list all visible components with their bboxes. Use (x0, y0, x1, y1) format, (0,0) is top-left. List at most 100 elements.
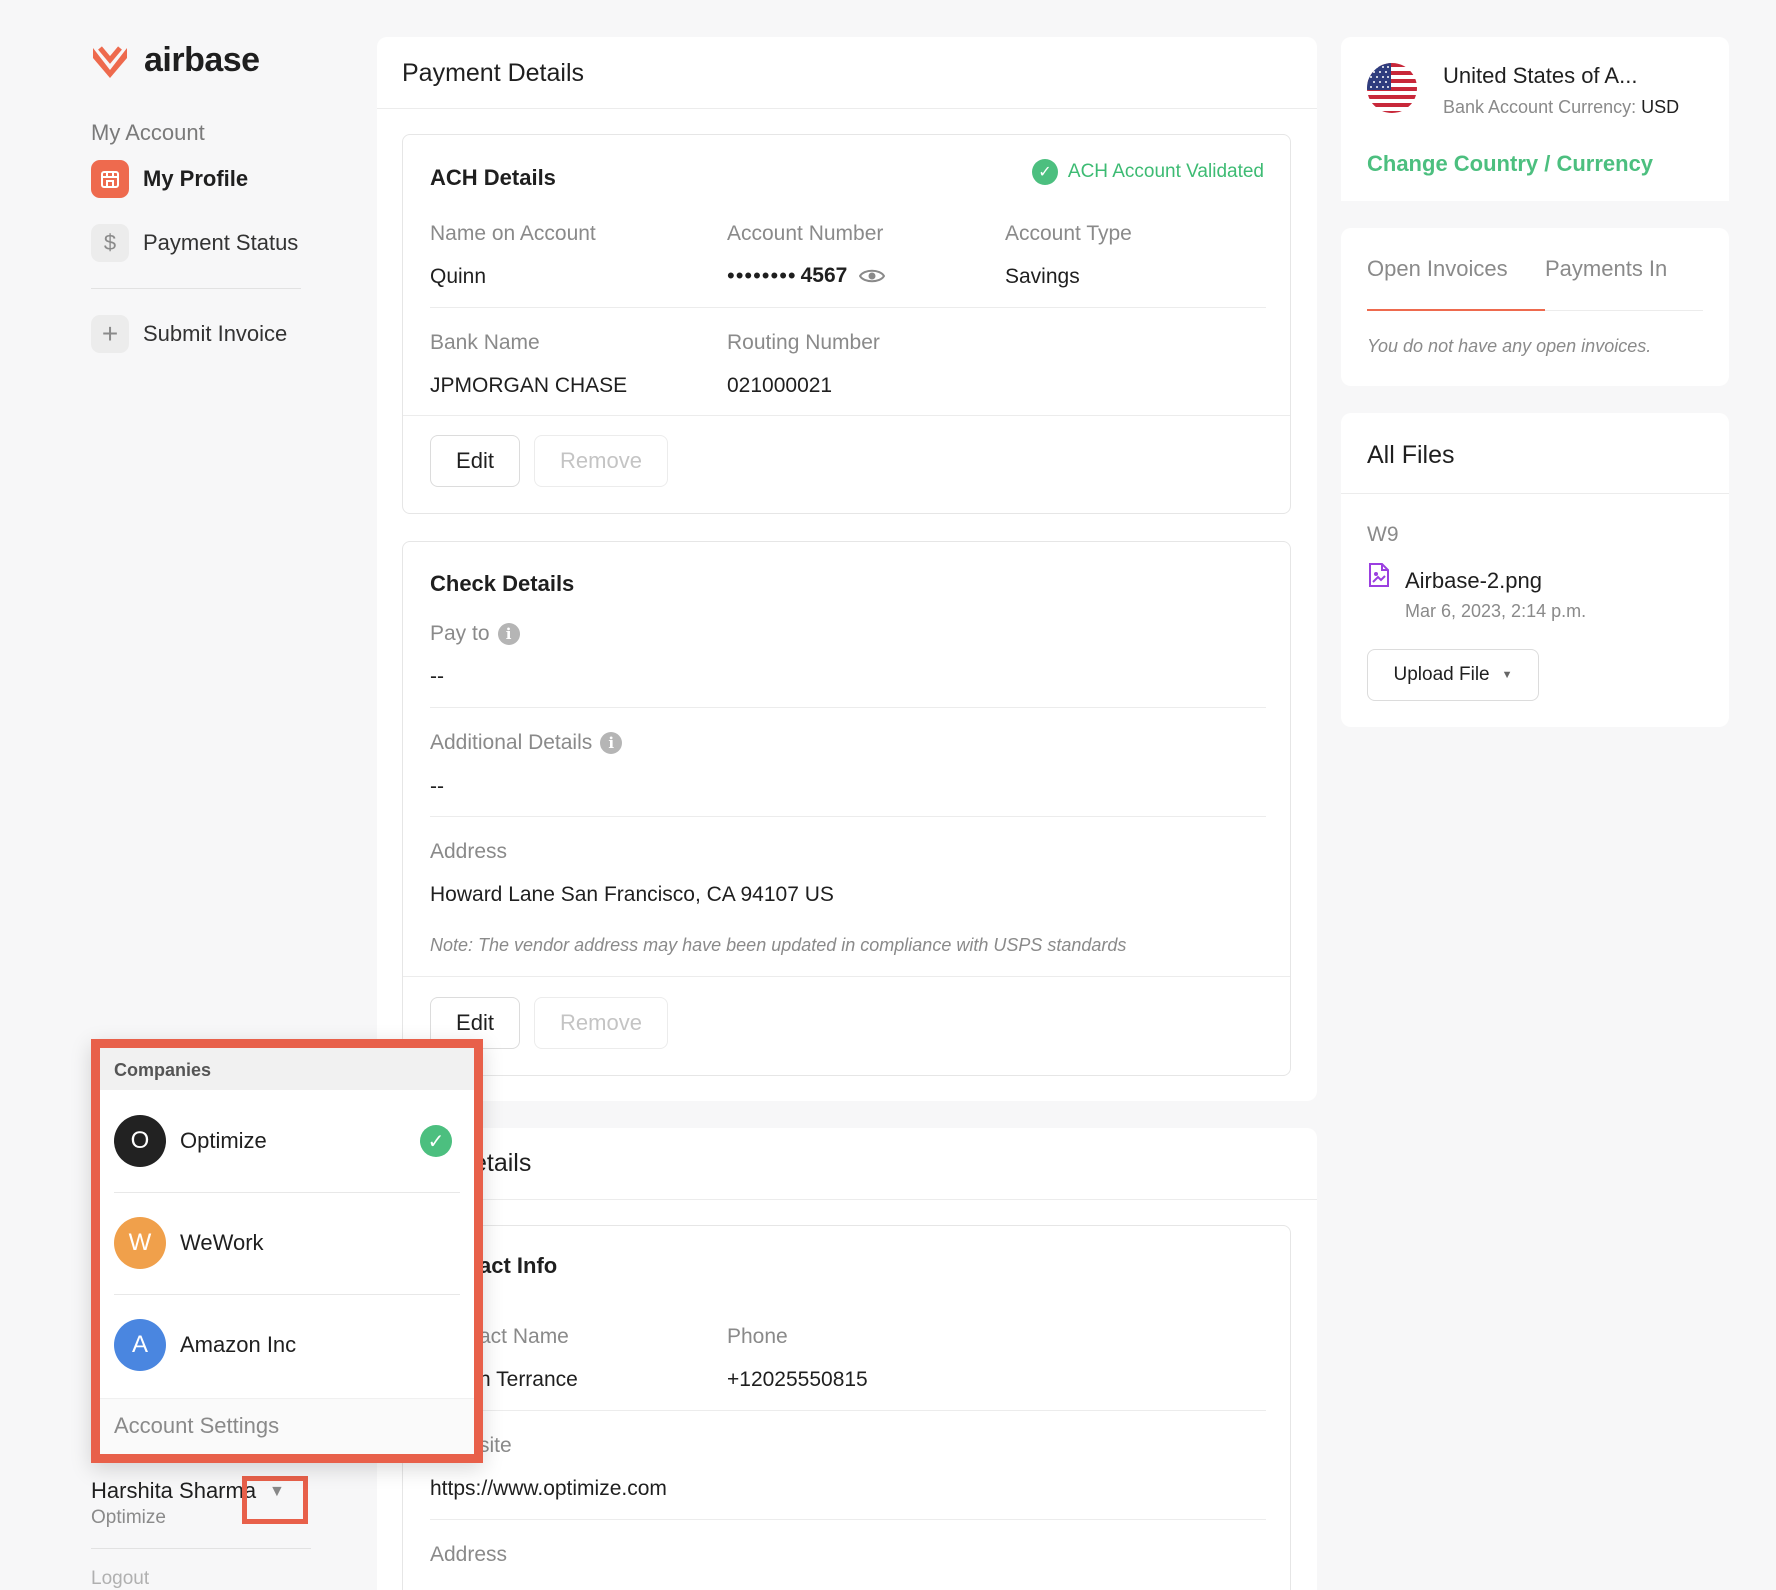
file-name-link[interactable]: Airbase-2.png (1405, 568, 1542, 594)
eye-icon[interactable] (859, 267, 886, 285)
panel-header: etails (377, 1128, 1317, 1200)
pay-to-label-text: Pay to (430, 622, 490, 645)
account-settings-link[interactable]: Account Settings (100, 1398, 474, 1454)
currency-value: USD (1641, 97, 1680, 117)
ach-edit-button[interactable]: Edit (430, 435, 520, 487)
change-country-currency-link[interactable]: Change Country / Currency (1367, 151, 1653, 177)
divider (430, 307, 1266, 308)
company-name: Optimize (180, 1128, 267, 1153)
address-value: Howard Lane San Francisco, CA 94107 US (430, 883, 834, 906)
info-icon[interactable]: i (497, 623, 520, 646)
company-option-amazon[interactable]: A Amazon Inc (114, 1294, 460, 1396)
active-tab-indicator (1367, 309, 1545, 311)
image-file-icon (1367, 562, 1391, 593)
upload-file-label: Upload File (1393, 664, 1490, 685)
pay-to-label: Pay to i (430, 622, 520, 646)
check-circle-icon: ✓ (1031, 159, 1058, 185)
account-number-mask: •••••••• (727, 263, 797, 288)
additional-details-value: -- (430, 775, 444, 798)
brand-name: airbase (144, 40, 260, 79)
info-icon[interactable]: i (600, 732, 623, 755)
sidebar-divider (91, 1548, 311, 1549)
additional-details-label-text: Additional Details (430, 731, 593, 754)
company-avatar: W (114, 1217, 166, 1269)
ach-title: ACH Details (430, 165, 556, 190)
empty-invoices-text: You do not have any open invoices. (1367, 336, 1652, 356)
divider (430, 816, 1266, 817)
pay-to-value: -- (430, 665, 444, 688)
company-details-panel: etails act Info act Name n Terrance Phon… (377, 1128, 1317, 1590)
account-type-label: Account Type (1005, 222, 1132, 245)
contact-name-value: n Terrance (479, 1368, 578, 1391)
company-avatar: A (114, 1319, 166, 1371)
company-option-wework[interactable]: W WeWork (114, 1192, 460, 1294)
ach-details-card: ACH Details ✓ ACH Account Validated Name… (402, 134, 1291, 514)
sidebar-item-payment-status[interactable]: $ Payment Status (91, 224, 298, 262)
tab-open-invoices[interactable]: Open Invoices (1367, 256, 1508, 282)
sidebar-item-my-profile[interactable]: My Profile (91, 160, 248, 198)
company-name: WeWork (180, 1230, 264, 1255)
company-option-optimize[interactable]: O Optimize ✓ (114, 1090, 460, 1192)
contact-info-title: act Info (479, 1253, 558, 1278)
account-type-value: Savings (1005, 265, 1080, 288)
company-avatar: O (114, 1115, 166, 1167)
divider (1341, 493, 1729, 494)
caret-down-icon: ▼ (1501, 669, 1513, 681)
storefront-icon (91, 160, 129, 198)
all-files-card: All Files W9 Airbase-2.png Mar 6, 2023, … (1341, 413, 1729, 727)
user-company: Optimize (91, 1507, 166, 1528)
company-switcher-dropdown: Companies O Optimize ✓ W WeWork A Amazon… (91, 1039, 483, 1463)
country-name: United States of A... (1443, 63, 1638, 88)
sidebar-item-submit-invoice[interactable]: + Submit Invoice (91, 315, 287, 353)
website-value[interactable]: https://www.optimize.com (430, 1477, 667, 1501)
user-name: Harshita Sharma (91, 1478, 257, 1503)
sidebar-divider (91, 288, 301, 289)
divider (430, 1519, 1266, 1520)
currency-line: Bank Account Currency: USD (1443, 97, 1679, 118)
caret-down-icon: ▼ (269, 1483, 285, 1500)
company-name: Amazon Inc (180, 1332, 297, 1357)
ach-validated-badge: ✓ ACH Account Validated (1031, 159, 1264, 185)
logout-link[interactable]: Logout (91, 1568, 149, 1590)
ach-remove-button[interactable]: Remove (534, 435, 668, 487)
routing-number-label: Routing Number (727, 331, 880, 354)
divider (403, 976, 1290, 977)
account-number-label: Account Number (727, 222, 884, 245)
airbase-logo-icon (93, 46, 127, 78)
tab-payments-in[interactable]: Payments In (1545, 256, 1667, 282)
divider (403, 415, 1290, 416)
file-date: Mar 6, 2023, 2:14 p.m. (1405, 601, 1587, 621)
check-circle-icon: ✓ (420, 1125, 452, 1157)
phone-label: Phone (727, 1325, 788, 1348)
address-label: Address (430, 840, 508, 863)
check-details-card: Check Details Pay to i -- Additional Deta… (402, 541, 1291, 1076)
currency-label: Bank Account Currency: (1443, 97, 1637, 117)
bank-name-label: Bank Name (430, 331, 540, 354)
phone-value: +12025550815 (727, 1368, 868, 1391)
user-menu-toggle[interactable]: ▼ (242, 1476, 308, 1524)
account-number-last4: 4567 (800, 264, 848, 287)
us-flag-icon (1367, 63, 1417, 113)
upload-file-button[interactable]: Upload File ▼ (1367, 649, 1539, 701)
routing-number-value: 021000021 (727, 374, 833, 397)
check-remove-button[interactable]: Remove (534, 997, 668, 1049)
all-files-title: All Files (1367, 441, 1455, 469)
change-country-row: Change Country / Currency (1341, 143, 1729, 201)
website-label: site (479, 1434, 512, 1457)
company-address-label: Address (430, 1543, 508, 1566)
airbase-logo[interactable]: airbase (90, 40, 260, 80)
account-number-value: •••••••• 4567 (727, 263, 886, 289)
country-card: United States of A... Bank Account Curre… (1341, 37, 1729, 201)
dollar-icon: $ (91, 224, 129, 262)
divider (430, 707, 1266, 708)
check-title: Check Details (430, 571, 575, 596)
contact-info-card: act Info act Name n Terrance Phone +1202… (402, 1225, 1291, 1590)
page-title: Payment Details (402, 59, 585, 87)
w9-section-label: W9 (1367, 523, 1399, 546)
sidebar-item-label: Submit Invoice (143, 321, 288, 346)
bank-name-value: JPMORGAN CHASE (430, 374, 628, 397)
address-note: Note: The vendor address may have been u… (430, 935, 1127, 955)
ach-status-text: ACH Account Validated (1067, 161, 1264, 182)
contact-name-label: act Name (479, 1325, 569, 1348)
invoices-card: Open Invoices Payments In You do not hav… (1341, 228, 1729, 386)
